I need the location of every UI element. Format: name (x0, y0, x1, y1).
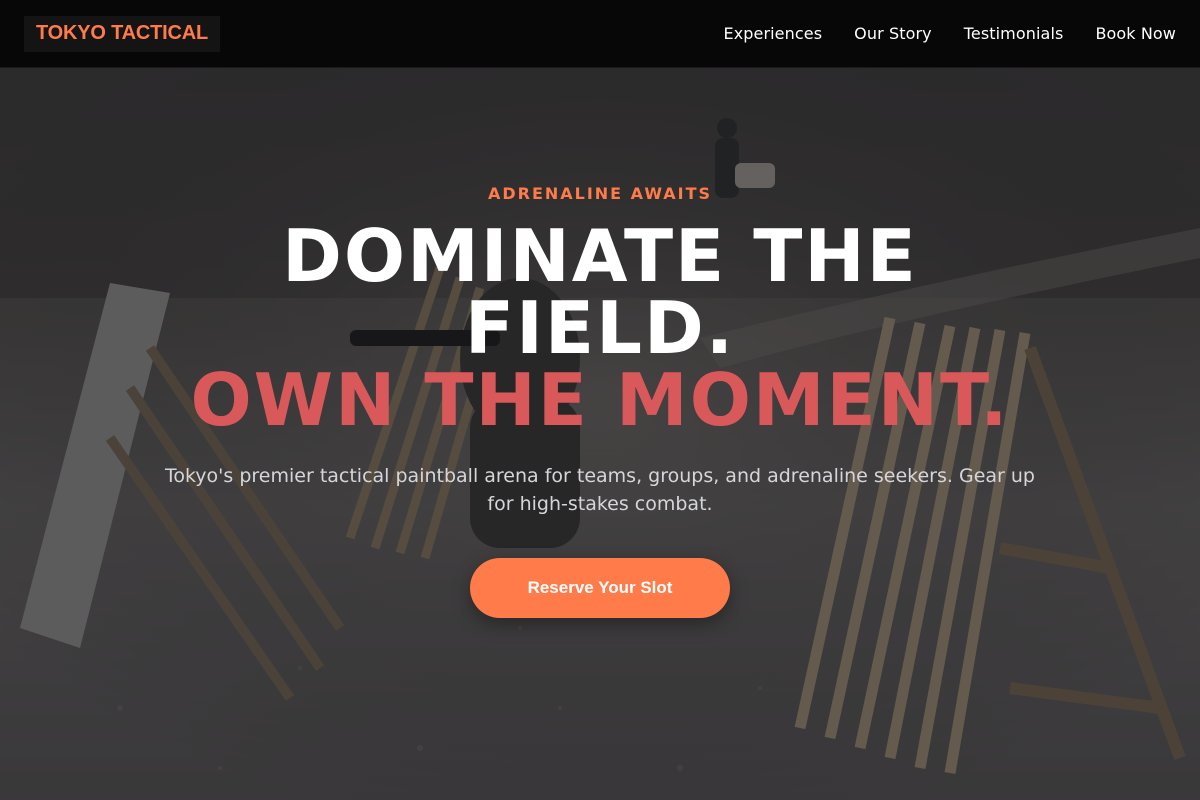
nav-link-experiences[interactable]: Experiences (723, 24, 822, 43)
main-nav: Experiences Our Story Testimonials Book … (723, 24, 1176, 43)
hero-eyebrow: ADRENALINE AWAITS (487, 184, 713, 203)
nav-link-testimonials[interactable]: Testimonials (964, 24, 1064, 43)
site-header: TOKYO TACTICAL Experiences Our Story Tes… (0, 0, 1200, 68)
nav-link-our-story[interactable]: Our Story (854, 24, 932, 43)
hero-subtext: Tokyo's premier tactical paintball arena… (164, 465, 1035, 515)
nav-link-book-now[interactable]: Book Now (1095, 24, 1176, 43)
site-logo[interactable]: TOKYO TACTICAL (24, 15, 221, 52)
hero-headline-line1: DOMINATE THE FIELD. (282, 214, 918, 370)
hero-headline-line2: OWN THE MOMENT. (190, 358, 1010, 442)
hero-section: ADRENALINE AWAITS DOMINATE THE FIELD. OW… (0, 68, 1200, 800)
hero-headline: DOMINATE THE FIELD. OWN THE MOMENT. (150, 220, 1050, 436)
reserve-slot-button[interactable]: Reserve Your Slot (470, 558, 730, 618)
